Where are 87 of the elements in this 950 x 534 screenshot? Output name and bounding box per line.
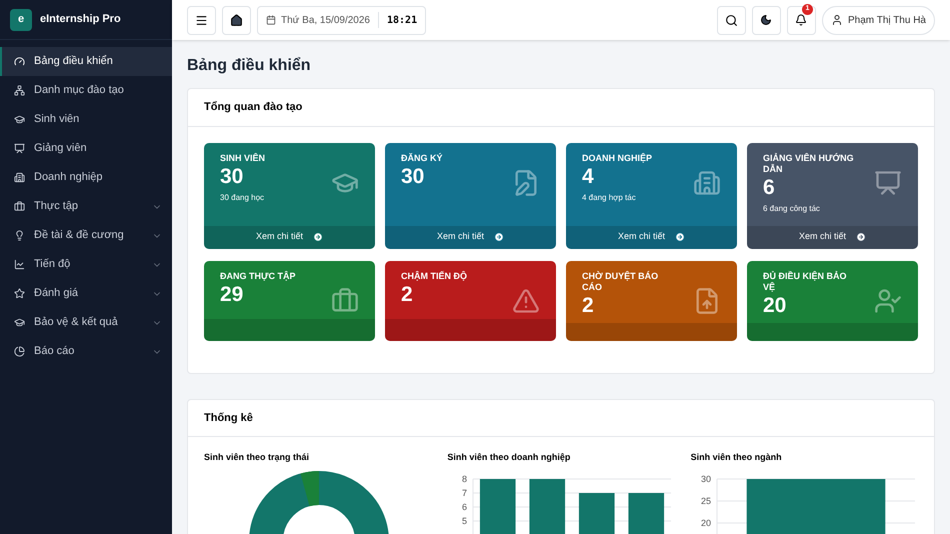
- sidebar-item[interactable]: Đề tài & đề cương: [0, 221, 172, 250]
- moon-icon: [760, 14, 772, 26]
- arrow-right-circle-icon: [856, 232, 866, 242]
- sidebar-item[interactable]: Thực tập: [0, 192, 172, 221]
- axis-tick-label: 20: [700, 518, 711, 528]
- view-details-link[interactable]: Xem chi tiết: [436, 230, 504, 244]
- panel-title: Thống kê: [188, 400, 934, 437]
- star-icon: [14, 288, 25, 299]
- hierarchy-icon: [14, 85, 25, 96]
- chart-title: Sinh viên theo doanh nghiệp: [447, 451, 572, 464]
- axis-tick-label: 30: [700, 474, 711, 484]
- arrow-right-circle-icon: [313, 232, 324, 242]
- axis-tick-label: 25: [700, 496, 711, 506]
- stat-label: ĐANG THỰC TẬP: [220, 270, 296, 282]
- stat-label: ĐĂNG KÝ: [401, 152, 444, 164]
- panel-title: Tổng quan đào tạo: [188, 89, 934, 126]
- search-button[interactable]: [716, 6, 746, 34]
- bar: [628, 492, 664, 534]
- view-details-link[interactable]: Xem chi tiết: [798, 230, 866, 244]
- sidebar-item[interactable]: Bảo vệ & kết quả: [0, 308, 172, 337]
- view-details-link[interactable]: Xem chi tiết: [618, 230, 686, 244]
- stat-label: ĐỦ ĐIỀU KIỆN BẢO VỆ: [763, 270, 848, 292]
- stat-description: 4 đang hợp tác: [582, 192, 637, 204]
- user-check-icon: [874, 286, 902, 314]
- graduate-icon: [14, 114, 25, 125]
- axis-tick-label: 5: [462, 516, 468, 526]
- gauge-icon: [14, 56, 25, 67]
- page-title: Bảng điều khiển: [187, 56, 312, 76]
- stat-label: CHẬM TIẾN ĐỘ: [401, 270, 468, 282]
- briefcase-icon: [331, 286, 359, 314]
- view-details-link[interactable]: Xem chi tiết: [256, 230, 324, 244]
- search-icon: [724, 14, 738, 26]
- stat-value: 6: [763, 174, 776, 200]
- user-icon: [830, 14, 843, 26]
- sidebar-item[interactable]: Báo cáo: [0, 337, 172, 366]
- menu-button[interactable]: [187, 6, 216, 34]
- home-button[interactable]: [222, 6, 251, 34]
- sidebar-item[interactable]: Bảng điều khiển: [0, 47, 172, 76]
- presentation-icon: [874, 168, 902, 196]
- building-icon: [693, 168, 721, 196]
- axis-tick-label: 6: [462, 502, 468, 512]
- menu-icon: [195, 14, 208, 26]
- stat-value: 30: [401, 164, 426, 190]
- briefcase-icon: [14, 201, 25, 212]
- building-icon: [14, 172, 25, 183]
- chart-title: Sinh viên theo ngành: [690, 451, 783, 464]
- line-chart-icon: [14, 259, 25, 270]
- stat-value: 2: [582, 292, 595, 318]
- home-icon: [230, 14, 243, 26]
- stat-value: 2: [401, 282, 414, 308]
- stat-description: 6 đang công tác: [763, 202, 821, 214]
- stat-value: 20: [763, 292, 788, 318]
- stat-value: 29: [220, 282, 244, 308]
- sidebar-item[interactable]: Giảng viên: [0, 134, 172, 163]
- stat-label: GIẢNG VIÊN HƯỚNG DẪN: [763, 152, 855, 174]
- stat-label: CHỜ DUYỆT BÁO CÁO: [582, 270, 660, 292]
- app-logo: e: [10, 8, 32, 30]
- sidebar-item[interactable]: Danh mục đào tạo: [0, 76, 172, 105]
- theme-toggle-button[interactable]: [752, 6, 781, 34]
- chart-title: Sinh viên theo trạng thái: [204, 451, 310, 464]
- stat-description: 30 đang học: [220, 192, 266, 204]
- presentation-icon: [14, 143, 25, 154]
- axis-tick-label: 8: [462, 474, 468, 484]
- axis-tick-label: 7: [462, 488, 468, 498]
- sidebar-item[interactable]: Doanh nghiệp: [0, 163, 172, 192]
- user-menu-button[interactable]: Phạm Thị Thu Hà: [822, 6, 935, 34]
- bar: [480, 478, 516, 534]
- bar: [579, 492, 615, 534]
- stat-value: 4: [582, 164, 595, 190]
- arrow-right-circle-icon: [494, 232, 504, 242]
- calendar-icon: [266, 15, 276, 25]
- sidebar-item[interactable]: Đánh giá: [0, 279, 172, 308]
- sidebar-item[interactable]: Tiến độ: [0, 250, 172, 279]
- pie-chart-icon: [14, 346, 25, 357]
- stat-label: DOANH NGHIỆP: [582, 152, 654, 164]
- time-text: 18:21: [386, 14, 418, 28]
- date-text: Thứ Ba, 15/09/2026: [281, 14, 370, 28]
- lightbulb-icon: [14, 230, 25, 241]
- graduation-cap-icon: [14, 317, 25, 328]
- app-name: eInternship Pro: [40, 12, 121, 28]
- stat-value: 30: [220, 164, 244, 190]
- warning-icon: [512, 286, 540, 314]
- arrow-right-circle-icon: [675, 232, 686, 242]
- stat-label: SINH VIÊN: [220, 152, 266, 164]
- bell-icon: [795, 14, 808, 26]
- sidebar-item[interactable]: Sinh viên: [0, 105, 172, 134]
- bar: [530, 478, 566, 534]
